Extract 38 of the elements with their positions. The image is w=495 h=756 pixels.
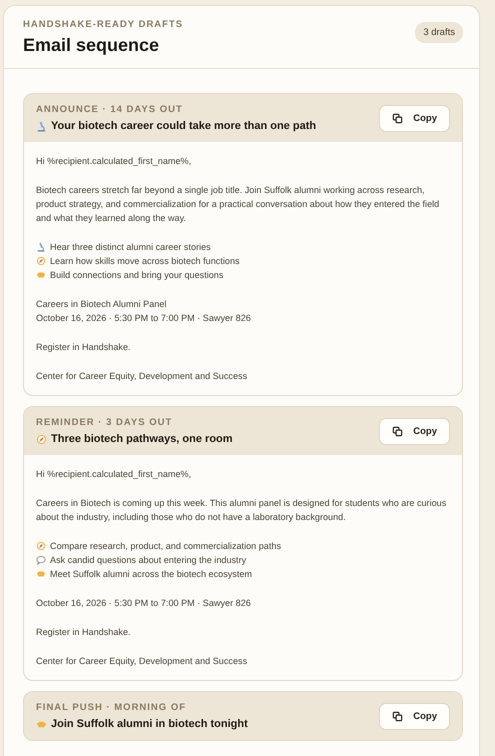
email-stage: REMINDER · 3 DAYS OUT bbox=[36, 417, 174, 428]
panel-title: Email sequence bbox=[23, 35, 160, 56]
compass-icon bbox=[36, 434, 47, 444]
email-body-text: Biotech careers stretch far beyond a single job title. Join Suffolk alumni working across research, product strategy, and commercialization for a practical conversation about how they entered the field and what they learned along the way. bbox=[36, 184, 440, 225]
draft-count-badge: 3 drafts bbox=[415, 22, 463, 43]
copy-button[interactable]: Copy bbox=[379, 104, 450, 132]
speech-icon bbox=[36, 555, 46, 565]
email-subject: Your biotech career could take more than one path bbox=[51, 120, 316, 132]
microscope-icon bbox=[36, 120, 47, 132]
copy-icon bbox=[392, 112, 404, 124]
compass-icon bbox=[36, 541, 46, 551]
email-body-text: Meet Suffolk alumni across the biotech ecosystem bbox=[50, 568, 252, 581]
email-body-text: October 16, 2026 · 5:30 PM to 7:00 PM · Sawyer 826 bbox=[36, 312, 251, 325]
copy-icon bbox=[392, 426, 404, 436]
email-body-text: Hear three distinct alumni career stories bbox=[50, 241, 211, 254]
email-body-text: Hi %recipient.calculated_first_name%, bbox=[36, 468, 192, 481]
email-body-text: Ask candid questions about entering the industry bbox=[50, 554, 246, 567]
email-body-text: Build connections and bring your questions bbox=[50, 269, 224, 282]
copy-icon bbox=[392, 710, 404, 722]
microscope-icon bbox=[36, 242, 46, 252]
email-body-text: Register in Handshake. bbox=[36, 341, 131, 354]
compass-icon bbox=[36, 256, 46, 266]
email-body-text: Learn how skills move across biotech functions bbox=[50, 255, 240, 268]
email-stage: FINAL PUSH · MORNING OF bbox=[36, 702, 188, 713]
email-body-text: Hi %recipient.calculated_first_name%, bbox=[36, 155, 192, 168]
email-body-text: October 16, 2026 · 5:30 PM to 7:00 PM · Sawyer 826 bbox=[36, 597, 251, 610]
email-body-text: Register in Handshake. bbox=[36, 626, 131, 639]
copy-button[interactable]: Copy bbox=[379, 418, 450, 444]
email-body-text: Compare research, product, and commercialization paths bbox=[50, 540, 281, 553]
copy-button[interactable]: Copy bbox=[379, 702, 450, 730]
email-subject: Join Suffolk alumni in biotech tonight bbox=[51, 718, 248, 730]
email-body-text: Center for Career Equity, Development and Success bbox=[36, 655, 248, 668]
email-subject: Three biotech pathways, one room bbox=[51, 433, 233, 445]
email-body-text: Careers in Biotech Alumni Panel bbox=[36, 298, 166, 311]
email-body-text: Careers in Biotech is coming up this week. This alumni panel is designed for students who are curious about the industry, including those who do not have a laboratory background. bbox=[36, 497, 448, 524]
section-eyebrow: HANDSHAKE-READY DRAFTS bbox=[23, 19, 184, 30]
email-stage: ANNOUNCE · 14 DAYS OUT bbox=[36, 104, 184, 115]
email-body-text: Center for Career Equity, Development and Success bbox=[36, 370, 248, 383]
